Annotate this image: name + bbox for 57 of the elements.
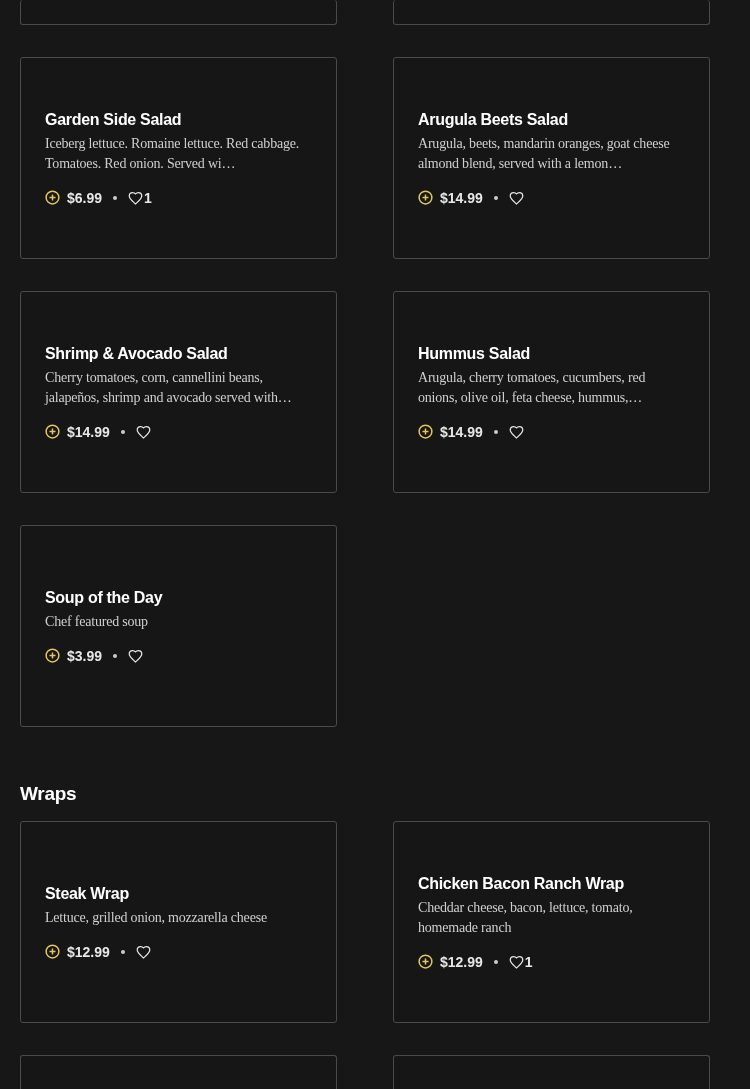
heart-icon — [508, 954, 524, 969]
like-button[interactable] — [135, 944, 151, 959]
like-button[interactable] — [128, 648, 144, 663]
menu-card[interactable]: Shrimp & Avocado Salad Cherry tomatoes, corn, cannellini beans, jalapeños, shrimp and avocado served with… $14.99 — [20, 291, 337, 493]
add-icon[interactable] — [45, 648, 60, 663]
add-icon[interactable] — [418, 954, 433, 969]
heart-icon — [135, 944, 151, 959]
menu-card[interactable]: Soup of the Day Chef featured soup $3.99 — [20, 525, 337, 727]
item-description: Cherry tomatoes, corn, cannellini beans, jalapeños, shrimp and avocado served with… — [45, 368, 293, 407]
item-description: Cheddar cheese, bacon, lettuce, tomato, homemade ranch — [418, 898, 634, 937]
like-button[interactable] — [508, 190, 524, 205]
add-icon[interactable] — [418, 424, 433, 439]
like-button[interactable] — [135, 424, 151, 439]
item-description: Chef featured soup — [45, 612, 149, 631]
add-icon[interactable] — [45, 190, 60, 205]
item-description: Arugula, beets, mandarin oranges, goat cheese almond blend, served with a lemon… — [418, 134, 671, 173]
item-price: $3.99 — [67, 647, 103, 664]
item-price: $6.99 — [67, 189, 103, 206]
item-price: $12.99 — [67, 943, 110, 960]
heart-icon — [128, 648, 144, 663]
section-heading: Wraps — [20, 783, 78, 805]
heart-icon — [128, 190, 144, 205]
item-price: $14.99 — [440, 189, 483, 206]
separator-dot — [493, 429, 498, 434]
item-name: Soup of the Day — [45, 588, 164, 607]
like-button[interactable]: 1 — [508, 953, 533, 970]
separator-dot — [113, 653, 118, 658]
item-name: Garden Side Salad — [45, 110, 183, 129]
item-name: Shrimp & Avocado Salad — [45, 344, 229, 363]
like-button[interactable]: 1 — [128, 189, 152, 206]
menu-card[interactable]: Arugula Beets Salad Arugula, beets, mandarin oranges, goat cheese almond blend, served with a lemon… $14.99 — [393, 57, 710, 259]
separator-dot — [493, 959, 498, 964]
add-icon[interactable] — [45, 944, 60, 959]
item-price: $14.99 — [67, 423, 110, 440]
item-price: $12.99 — [440, 953, 483, 970]
item-description: Arugula, cherry tomatoes, cucumbers, red onions, olive oil, feta cheese, hummus,… — [418, 368, 647, 407]
menu-card[interactable]: Chicken Bacon Ranch Wrap Cheddar cheese, bacon, lettuce, tomato, homemade ranch $12.99 1 — [393, 821, 710, 1023]
item-name: Arugula Beets Salad — [418, 110, 569, 129]
add-icon[interactable] — [418, 190, 433, 205]
separator-dot — [113, 195, 118, 200]
item-name: Steak Wrap — [45, 884, 130, 903]
like-button[interactable] — [508, 424, 524, 439]
heart-icon — [135, 424, 151, 439]
add-icon[interactable] — [45, 424, 60, 439]
item-price: $14.99 — [440, 423, 483, 440]
separator-dot — [120, 429, 125, 434]
item-description: Iceberg lettuce. Romaine lettuce. Red cabbage. Tomatoes. Red onion. Served wi… — [45, 134, 301, 173]
separator-dot — [120, 949, 125, 954]
menu-card[interactable]: Steak Wrap Lettuce, grilled onion, mozzarella cheese $12.99 — [20, 821, 337, 1023]
item-name: Chicken Bacon Ranch Wrap — [418, 874, 625, 893]
item-description: Lettuce, grilled onion, mozzarella cheese — [45, 908, 268, 927]
heart-icon — [508, 190, 524, 205]
separator-dot — [493, 195, 498, 200]
item-name: Hummus Salad — [418, 344, 531, 363]
menu-card[interactable]: Hummus Salad Arugula, cherry tomatoes, cucumbers, red onions, olive oil, feta cheese, hummus,… $14.99 — [393, 291, 710, 493]
heart-icon — [508, 424, 524, 439]
menu-card[interactable]: Garden Side Salad Iceberg lettuce. Romaine lettuce. Red cabbage. Tomatoes. Red onion. Served wi… $6.99 1 — [20, 57, 337, 259]
